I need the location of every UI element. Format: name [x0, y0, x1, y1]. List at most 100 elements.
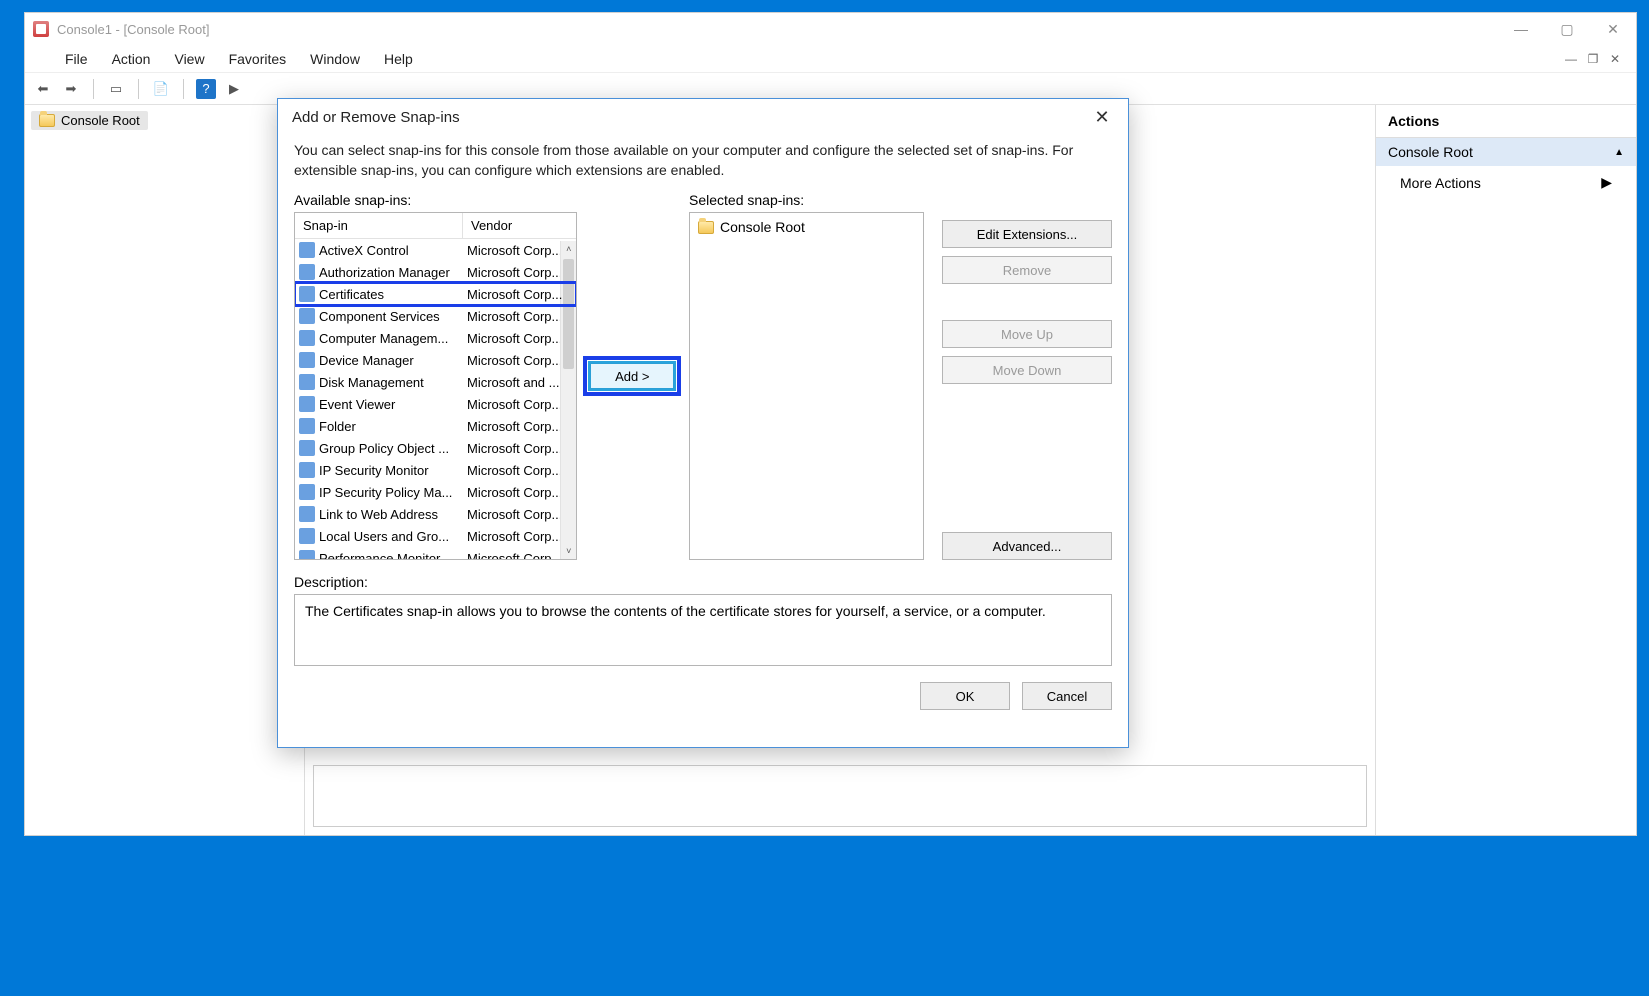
spacer: [942, 292, 1112, 312]
show-hide-tree-button[interactable]: ▭: [106, 79, 126, 99]
folder-icon: [39, 114, 55, 127]
snapin-name: Performance Monitor: [319, 551, 467, 560]
advanced-label: Advanced...: [993, 539, 1062, 554]
action-pane-button[interactable]: ▶: [224, 79, 244, 99]
menu-file[interactable]: File: [65, 51, 88, 67]
snapin-icon: [299, 374, 315, 390]
dialog-columns: Available snap-ins: Snap-in Vendor Activ…: [294, 192, 1112, 560]
tree-node-console-root[interactable]: Console Root: [31, 111, 148, 130]
snapin-row[interactable]: FolderMicrosoft Corp...: [295, 415, 576, 437]
tree-pane: Console Root: [25, 105, 305, 835]
maximize-button[interactable]: ▢: [1544, 13, 1590, 45]
titlebar: Console1 - [Console Root] — ▢ ✕: [25, 13, 1636, 45]
snapin-icon: [299, 352, 315, 368]
add-button-label: Add >: [615, 369, 649, 384]
add-remove-snapins-dialog: Add or Remove Snap-ins ✕ You can select …: [277, 98, 1129, 748]
mdi-close[interactable]: ✕: [1606, 52, 1624, 66]
menu-help[interactable]: Help: [384, 51, 413, 67]
snapin-name: ActiveX Control: [319, 243, 467, 258]
window-title: Console1 - [Console Root]: [57, 22, 209, 37]
edit-extensions-label: Edit Extensions...: [977, 227, 1077, 242]
snapin-row[interactable]: Authorization ManagerMicrosoft Corp...: [295, 261, 576, 283]
back-button[interactable]: ⬅: [33, 79, 53, 99]
snapin-name: Device Manager: [319, 353, 467, 368]
app-icon: [33, 21, 49, 37]
snapin-name: Event Viewer: [319, 397, 467, 412]
snapin-row[interactable]: Group Policy Object ...Microsoft Corp...: [295, 437, 576, 459]
actions-pane: Actions Console Root ▲ More Actions ▶: [1376, 105, 1636, 835]
help-button[interactable]: ?: [196, 79, 216, 99]
snapin-name: Authorization Manager: [319, 265, 467, 280]
forward-button[interactable]: ➡: [61, 79, 81, 99]
add-button[interactable]: Add >: [590, 363, 674, 389]
available-snapins-list[interactable]: Snap-in Vendor ActiveX ControlMicrosoft …: [294, 212, 577, 560]
close-button[interactable]: ✕: [1590, 13, 1636, 45]
description-text: The Certificates snap-in allows you to b…: [305, 603, 1046, 619]
snapin-row[interactable]: Performance MonitorMicrosoft Corp...: [295, 547, 576, 559]
advanced-button[interactable]: Advanced...: [942, 532, 1112, 560]
menu-action[interactable]: Action: [112, 51, 151, 67]
spacer: [942, 392, 1112, 524]
col-header-snapin[interactable]: Snap-in: [295, 213, 463, 238]
snapin-row[interactable]: Link to Web AddressMicrosoft Corp...: [295, 503, 576, 525]
add-column: Add >: [589, 192, 677, 560]
snapin-icon: [299, 528, 315, 544]
actions-item-label: More Actions: [1400, 175, 1481, 191]
snapin-row[interactable]: ActiveX ControlMicrosoft Corp...: [295, 239, 576, 261]
scroll-down-button[interactable]: ˅: [561, 543, 576, 559]
spacer: [942, 192, 1112, 212]
snapin-icon: [299, 264, 315, 280]
remove-button[interactable]: Remove: [942, 256, 1112, 284]
menubar: File Action View Favorites Window Help —…: [25, 45, 1636, 73]
cancel-button[interactable]: Cancel: [1022, 682, 1112, 710]
snapin-row[interactable]: Computer Managem...Microsoft Corp...: [295, 327, 576, 349]
move-up-button[interactable]: Move Up: [942, 320, 1112, 348]
scroll-up-button[interactable]: ˄: [561, 241, 576, 257]
snapin-row[interactable]: Disk ManagementMicrosoft and ...: [295, 371, 576, 393]
menu-window[interactable]: Window: [310, 51, 360, 67]
scroll-thumb[interactable]: [563, 259, 574, 369]
selected-snapins-list[interactable]: Console Root: [689, 212, 924, 560]
snapin-name: Certificates: [319, 287, 467, 302]
selected-item-label: Console Root: [720, 219, 805, 235]
description-box: The Certificates snap-in allows you to b…: [294, 594, 1112, 666]
snapin-row[interactable]: Event ViewerMicrosoft Corp...: [295, 393, 576, 415]
col-header-vendor[interactable]: Vendor: [463, 213, 576, 238]
mdi-controls: — ❐ ✕: [1562, 52, 1624, 66]
snapin-name: Folder: [319, 419, 467, 434]
snapin-row[interactable]: Component ServicesMicrosoft Corp...: [295, 305, 576, 327]
dialog-close-button[interactable]: ✕: [1090, 107, 1114, 128]
mdi-restore[interactable]: ❐: [1584, 52, 1602, 66]
snapin-icon: [299, 506, 315, 522]
dialog-intro-text: You can select snap-ins for this console…: [294, 141, 1112, 180]
menu-favorites[interactable]: Favorites: [229, 51, 287, 67]
ok-button[interactable]: OK: [920, 682, 1010, 710]
list-rows: ActiveX ControlMicrosoft Corp...Authoriz…: [295, 239, 576, 559]
toolbar-separator: [138, 79, 139, 99]
move-up-label: Move Up: [1001, 327, 1053, 342]
folder-icon: [698, 221, 714, 234]
snapin-row[interactable]: CertificatesMicrosoft Corp...: [295, 283, 576, 305]
snapin-row[interactable]: IP Security MonitorMicrosoft Corp...: [295, 459, 576, 481]
mdi-minimize[interactable]: —: [1562, 52, 1580, 66]
actions-more-actions[interactable]: More Actions ▶: [1376, 166, 1636, 199]
selected-column-wrap: Selected snap-ins: Console Root Edit Ext…: [689, 192, 1112, 560]
snapin-name: Local Users and Gro...: [319, 529, 467, 544]
edit-extensions-button[interactable]: Edit Extensions...: [942, 220, 1112, 248]
export-list-button[interactable]: 📄: [151, 79, 171, 99]
snapin-name: Computer Managem...: [319, 331, 467, 346]
selected-item-console-root[interactable]: Console Root: [698, 219, 915, 235]
menu-view[interactable]: View: [174, 51, 204, 67]
dialog-footer: OK Cancel: [294, 682, 1112, 710]
dialog-body: You can select snap-ins for this console…: [278, 135, 1128, 747]
snapin-icon: [299, 440, 315, 456]
snapin-row[interactable]: Local Users and Gro...Microsoft Corp...: [295, 525, 576, 547]
add-button-highlight: Add >: [583, 356, 681, 396]
snapin-row[interactable]: Device ManagerMicrosoft Corp...: [295, 349, 576, 371]
minimize-button[interactable]: —: [1498, 13, 1544, 45]
actions-group-console-root[interactable]: Console Root ▲: [1376, 138, 1636, 166]
move-down-button[interactable]: Move Down: [942, 356, 1112, 384]
snapin-name: IP Security Monitor: [319, 463, 467, 478]
snapin-name: IP Security Policy Ma...: [319, 485, 467, 500]
snapin-row[interactable]: IP Security Policy Ma...Microsoft Corp..…: [295, 481, 576, 503]
